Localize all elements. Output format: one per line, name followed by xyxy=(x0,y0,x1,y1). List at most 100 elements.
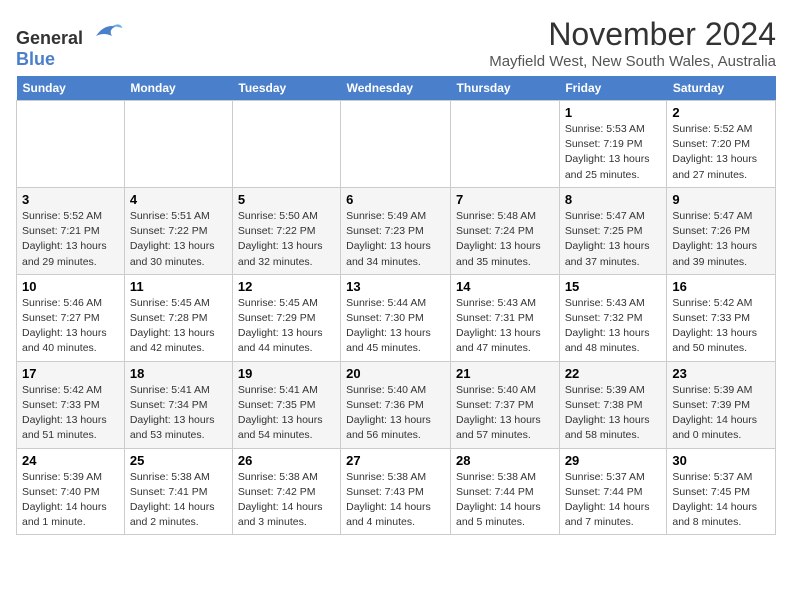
calendar-week-row: 1 Sunrise: 5:53 AM Sunset: 7:19 PM Daylig… xyxy=(17,101,776,188)
table-row: 30 Sunrise: 5:37 AM Sunset: 7:45 PM Dayli… xyxy=(667,448,776,535)
table-row: 5Sunrise: 5:50 AM Sunset: 7:22 PM Daylig… xyxy=(232,187,340,274)
day-number: 8 xyxy=(565,192,662,207)
header-saturday: Saturday xyxy=(667,76,776,101)
day-info: Sunrise: 5:42 AM Sunset: 7:33 PM Dayligh… xyxy=(22,383,119,444)
day-info: Sunrise: 5:43 AM Sunset: 7:32 PM Dayligh… xyxy=(565,296,662,357)
day-info: Sunrise: 5:42 AM Sunset: 7:33 PM Dayligh… xyxy=(672,296,770,357)
day-info: Sunrise: 5:51 AM Sunset: 7:22 PM Dayligh… xyxy=(130,209,227,270)
month-title: November 2024 xyxy=(489,16,776,53)
table-row: 8 Sunrise: 5:47 AM Sunset: 7:25 PM Daylig… xyxy=(559,187,667,274)
day-info: Sunrise: 5:38 AM Sunset: 7:43 PM Dayligh… xyxy=(346,470,445,531)
table-row xyxy=(341,101,451,188)
day-number: 19 xyxy=(238,366,335,381)
day-number: 2 xyxy=(672,105,770,120)
header-monday: Monday xyxy=(124,76,232,101)
day-number: 24 xyxy=(22,453,119,468)
table-row: 24Sunrise: 5:39 AM Sunset: 7:40 PM Dayli… xyxy=(17,448,125,535)
day-number: 21 xyxy=(456,366,554,381)
day-info: Sunrise: 5:52 AM Sunset: 7:20 PM Dayligh… xyxy=(672,122,770,183)
header-sunday: Sunday xyxy=(17,76,125,101)
day-info: Sunrise: 5:47 AM Sunset: 7:26 PM Dayligh… xyxy=(672,209,770,270)
day-info: Sunrise: 5:37 AM Sunset: 7:45 PM Dayligh… xyxy=(672,470,770,531)
day-number: 7 xyxy=(456,192,554,207)
table-row: 13 Sunrise: 5:44 AM Sunset: 7:30 PM Dayli… xyxy=(341,274,451,361)
day-info: Sunrise: 5:44 AM Sunset: 7:30 PM Dayligh… xyxy=(346,296,445,357)
day-number: 25 xyxy=(130,453,227,468)
header-wednesday: Wednesday xyxy=(341,76,451,101)
day-number: 1 xyxy=(565,105,662,120)
day-info: Sunrise: 5:47 AM Sunset: 7:25 PM Dayligh… xyxy=(565,209,662,270)
logo-general: General xyxy=(16,28,83,48)
table-row: 22 Sunrise: 5:39 AM Sunset: 7:38 PM Dayli… xyxy=(559,361,667,448)
header-friday: Friday xyxy=(559,76,667,101)
day-info: Sunrise: 5:43 AM Sunset: 7:31 PM Dayligh… xyxy=(456,296,554,357)
day-info: Sunrise: 5:39 AM Sunset: 7:38 PM Dayligh… xyxy=(565,383,662,444)
day-info: Sunrise: 5:50 AM Sunset: 7:22 PM Dayligh… xyxy=(238,209,335,270)
day-info: Sunrise: 5:41 AM Sunset: 7:35 PM Dayligh… xyxy=(238,383,335,444)
day-number: 13 xyxy=(346,279,445,294)
table-row: 12Sunrise: 5:45 AM Sunset: 7:29 PM Dayli… xyxy=(232,274,340,361)
day-info: Sunrise: 5:37 AM Sunset: 7:44 PM Dayligh… xyxy=(565,470,662,531)
day-number: 27 xyxy=(346,453,445,468)
day-number: 4 xyxy=(130,192,227,207)
day-number: 11 xyxy=(130,279,227,294)
table-row: 21Sunrise: 5:40 AM Sunset: 7:37 PM Dayli… xyxy=(451,361,560,448)
table-row: 27 Sunrise: 5:38 AM Sunset: 7:43 PM Dayli… xyxy=(341,448,451,535)
table-row: 2 Sunrise: 5:52 AM Sunset: 7:20 PM Daylig… xyxy=(667,101,776,188)
day-number: 17 xyxy=(22,366,119,381)
day-info: Sunrise: 5:38 AM Sunset: 7:42 PM Dayligh… xyxy=(238,470,335,531)
day-number: 30 xyxy=(672,453,770,468)
day-info: Sunrise: 5:48 AM Sunset: 7:24 PM Dayligh… xyxy=(456,209,554,270)
day-number: 9 xyxy=(672,192,770,207)
table-row: 10Sunrise: 5:46 AM Sunset: 7:27 PM Dayli… xyxy=(17,274,125,361)
table-row: 11 Sunrise: 5:45 AM Sunset: 7:28 PM Dayli… xyxy=(124,274,232,361)
calendar-week-row: 17 Sunrise: 5:42 AM Sunset: 7:33 PM Dayli… xyxy=(17,361,776,448)
logo-bird-icon xyxy=(92,20,124,44)
calendar-week-row: 10Sunrise: 5:46 AM Sunset: 7:27 PM Dayli… xyxy=(17,274,776,361)
day-number: 28 xyxy=(456,453,554,468)
table-row: 14Sunrise: 5:43 AM Sunset: 7:31 PM Dayli… xyxy=(451,274,560,361)
table-row: 19 Sunrise: 5:41 AM Sunset: 7:35 PM Dayli… xyxy=(232,361,340,448)
table-row: 20Sunrise: 5:40 AM Sunset: 7:36 PM Dayli… xyxy=(341,361,451,448)
table-row: 16 Sunrise: 5:42 AM Sunset: 7:33 PM Dayli… xyxy=(667,274,776,361)
day-info: Sunrise: 5:41 AM Sunset: 7:34 PM Dayligh… xyxy=(130,383,227,444)
day-number: 6 xyxy=(346,192,445,207)
day-info: Sunrise: 5:40 AM Sunset: 7:36 PM Dayligh… xyxy=(346,383,445,444)
table-row: 25 Sunrise: 5:38 AM Sunset: 7:41 PM Dayli… xyxy=(124,448,232,535)
day-number: 26 xyxy=(238,453,335,468)
day-number: 23 xyxy=(672,366,770,381)
logo-blue: Blue xyxy=(16,49,55,70)
day-number: 18 xyxy=(130,366,227,381)
table-row: 29 Sunrise: 5:37 AM Sunset: 7:44 PM Dayli… xyxy=(559,448,667,535)
day-number: 15 xyxy=(565,279,662,294)
day-number: 22 xyxy=(565,366,662,381)
calendar-week-row: 3Sunrise: 5:52 AM Sunset: 7:21 PM Daylig… xyxy=(17,187,776,274)
day-info: Sunrise: 5:38 AM Sunset: 7:41 PM Dayligh… xyxy=(130,470,227,531)
calendar-table: Sunday Monday Tuesday Wednesday Thursday… xyxy=(16,76,776,535)
weekday-header-row: Sunday Monday Tuesday Wednesday Thursday… xyxy=(17,76,776,101)
table-row xyxy=(17,101,125,188)
day-number: 3 xyxy=(22,192,119,207)
table-row: 23 Sunrise: 5:39 AM Sunset: 7:39 PM Dayli… xyxy=(667,361,776,448)
table-row xyxy=(451,101,560,188)
day-info: Sunrise: 5:49 AM Sunset: 7:23 PM Dayligh… xyxy=(346,209,445,270)
table-row xyxy=(232,101,340,188)
table-row xyxy=(124,101,232,188)
table-row: 28Sunrise: 5:38 AM Sunset: 7:44 PM Dayli… xyxy=(451,448,560,535)
table-row: 17 Sunrise: 5:42 AM Sunset: 7:33 PM Dayli… xyxy=(17,361,125,448)
logo: General Blue xyxy=(16,20,124,70)
title-area: November 2024 Mayfield West, New South W… xyxy=(489,16,776,70)
day-info: Sunrise: 5:45 AM Sunset: 7:29 PM Dayligh… xyxy=(238,296,335,357)
day-info: Sunrise: 5:53 AM Sunset: 7:19 PM Dayligh… xyxy=(565,122,662,183)
table-row: 3Sunrise: 5:52 AM Sunset: 7:21 PM Daylig… xyxy=(17,187,125,274)
day-info: Sunrise: 5:46 AM Sunset: 7:27 PM Dayligh… xyxy=(22,296,119,357)
day-number: 16 xyxy=(672,279,770,294)
location-title: Mayfield West, New South Wales, Australi… xyxy=(489,53,776,70)
table-row: 18 Sunrise: 5:41 AM Sunset: 7:34 PM Dayli… xyxy=(124,361,232,448)
day-info: Sunrise: 5:39 AM Sunset: 7:39 PM Dayligh… xyxy=(672,383,770,444)
day-info: Sunrise: 5:45 AM Sunset: 7:28 PM Dayligh… xyxy=(130,296,227,357)
table-row: 6 Sunrise: 5:49 AM Sunset: 7:23 PM Daylig… xyxy=(341,187,451,274)
calendar-week-row: 24Sunrise: 5:39 AM Sunset: 7:40 PM Dayli… xyxy=(17,448,776,535)
table-row: 4 Sunrise: 5:51 AM Sunset: 7:22 PM Daylig… xyxy=(124,187,232,274)
day-number: 29 xyxy=(565,453,662,468)
